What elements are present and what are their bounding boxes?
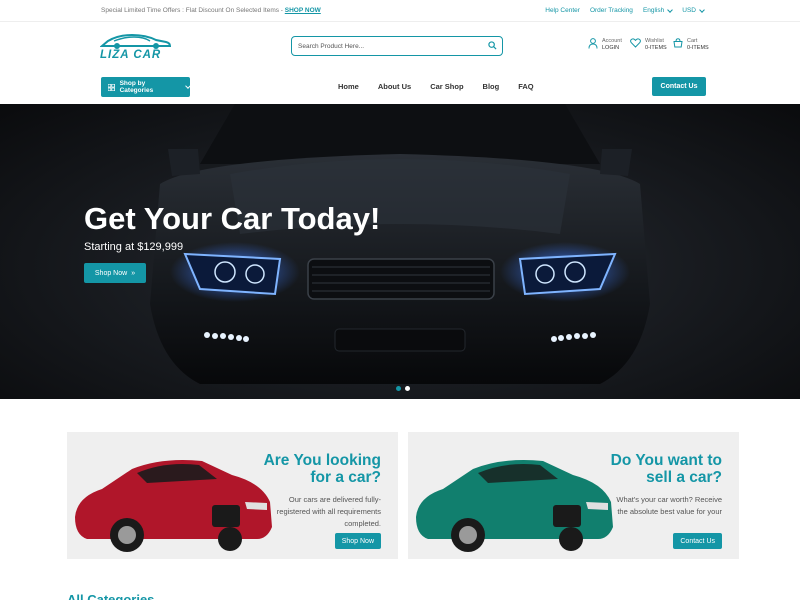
promo-text: Special Limited Time Offers : Flat Disco…: [101, 7, 285, 14]
currency-value: USD: [682, 7, 696, 14]
user-icon: [588, 38, 598, 49]
categories-label: Shop by Categories: [119, 80, 154, 94]
account-sub: LOGIN: [602, 45, 620, 51]
account-label: Account: [602, 38, 622, 44]
chevron-down-icon: [185, 83, 191, 89]
top-bar: Special Limited Time Offers : Flat Disco…: [0, 0, 800, 22]
top-links: Help Center Order Tracking English USD: [545, 6, 705, 14]
promo-card-sell: Do You want to sell a car? What's your c…: [408, 432, 739, 559]
slider-dot[interactable]: [405, 386, 410, 391]
promo-banner: Special Limited Time Offers : Flat Disco…: [101, 7, 321, 14]
nav-item-faq[interactable]: FAQ: [518, 82, 533, 91]
double-chevron-right-icon: »: [131, 269, 136, 277]
main-nav: Home About Us Car Shop Blog FAQ: [338, 82, 534, 91]
cart-label: Cart: [687, 38, 698, 44]
heart-icon: [630, 38, 641, 48]
search-input[interactable]: [298, 40, 478, 53]
all-categories-heading: All Categories: [67, 592, 155, 600]
search-box: [291, 36, 503, 56]
search-icon[interactable]: [488, 41, 497, 50]
cart-icon: [673, 38, 683, 48]
hero-shop-now-button[interactable]: Shop Now »: [84, 263, 146, 283]
card-title: Are You looking for a car?: [263, 452, 381, 486]
card-description: What's your car worth? Receive the absol…: [616, 495, 722, 516]
currency-select[interactable]: USD: [682, 6, 705, 14]
hero-title: Get Your Car Today!: [84, 201, 381, 236]
wishlist-link[interactable]: Wishlist 0-ITEMS: [630, 38, 667, 52]
hero-subtitle: Starting at $129,999: [84, 241, 184, 253]
wishlist-label: Wishlist: [645, 38, 664, 44]
slider-dot[interactable]: [396, 386, 401, 391]
help-center-link[interactable]: Help Center: [545, 7, 580, 14]
card-title: Do You want to sell a car?: [610, 452, 722, 486]
promo-card-buy: Are You looking for a car? Our cars are …: [67, 432, 398, 559]
nav-item-home[interactable]: Home: [338, 82, 359, 91]
cart-sub: 0-ITEMS: [687, 45, 709, 51]
promo-shop-now-link[interactable]: SHOP NOW: [285, 7, 321, 14]
slider-dots: [396, 386, 410, 391]
car-logo-icon: [99, 33, 172, 49]
hero-slider: Get Your Car Today! Starting at $129,999…: [0, 104, 800, 399]
language-select[interactable]: English: [642, 6, 674, 14]
site-logo[interactable]: LIZA CAR: [99, 32, 172, 62]
nav-item-car-shop[interactable]: Car Shop: [430, 82, 463, 91]
chevron-down-icon: [667, 6, 674, 13]
grid-icon: [108, 83, 115, 91]
account-link[interactable]: Account LOGIN: [588, 38, 622, 52]
language-value: English: [642, 7, 665, 14]
card-contact-us-button[interactable]: Contact Us: [673, 533, 722, 549]
card-description: Our cars are delivered fully-registered …: [276, 495, 381, 528]
nav-item-blog[interactable]: Blog: [483, 82, 500, 91]
logo-wordmark: LIZA CAR: [100, 49, 162, 61]
wishlist-sub: 0-ITEMS: [645, 45, 667, 51]
card-shop-now-button[interactable]: Shop Now: [334, 533, 381, 549]
order-tracking-link[interactable]: Order Tracking: [590, 7, 633, 14]
chevron-down-icon: [699, 6, 705, 13]
shop-by-categories-button[interactable]: Shop by Categories: [101, 77, 191, 97]
nav-item-about-us[interactable]: About Us: [378, 82, 411, 91]
contact-us-button[interactable]: Contact Us: [652, 77, 706, 96]
cart-link[interactable]: Cart 0-ITEMS: [673, 38, 709, 52]
hero-shop-now-label: Shop Now: [94, 269, 128, 277]
